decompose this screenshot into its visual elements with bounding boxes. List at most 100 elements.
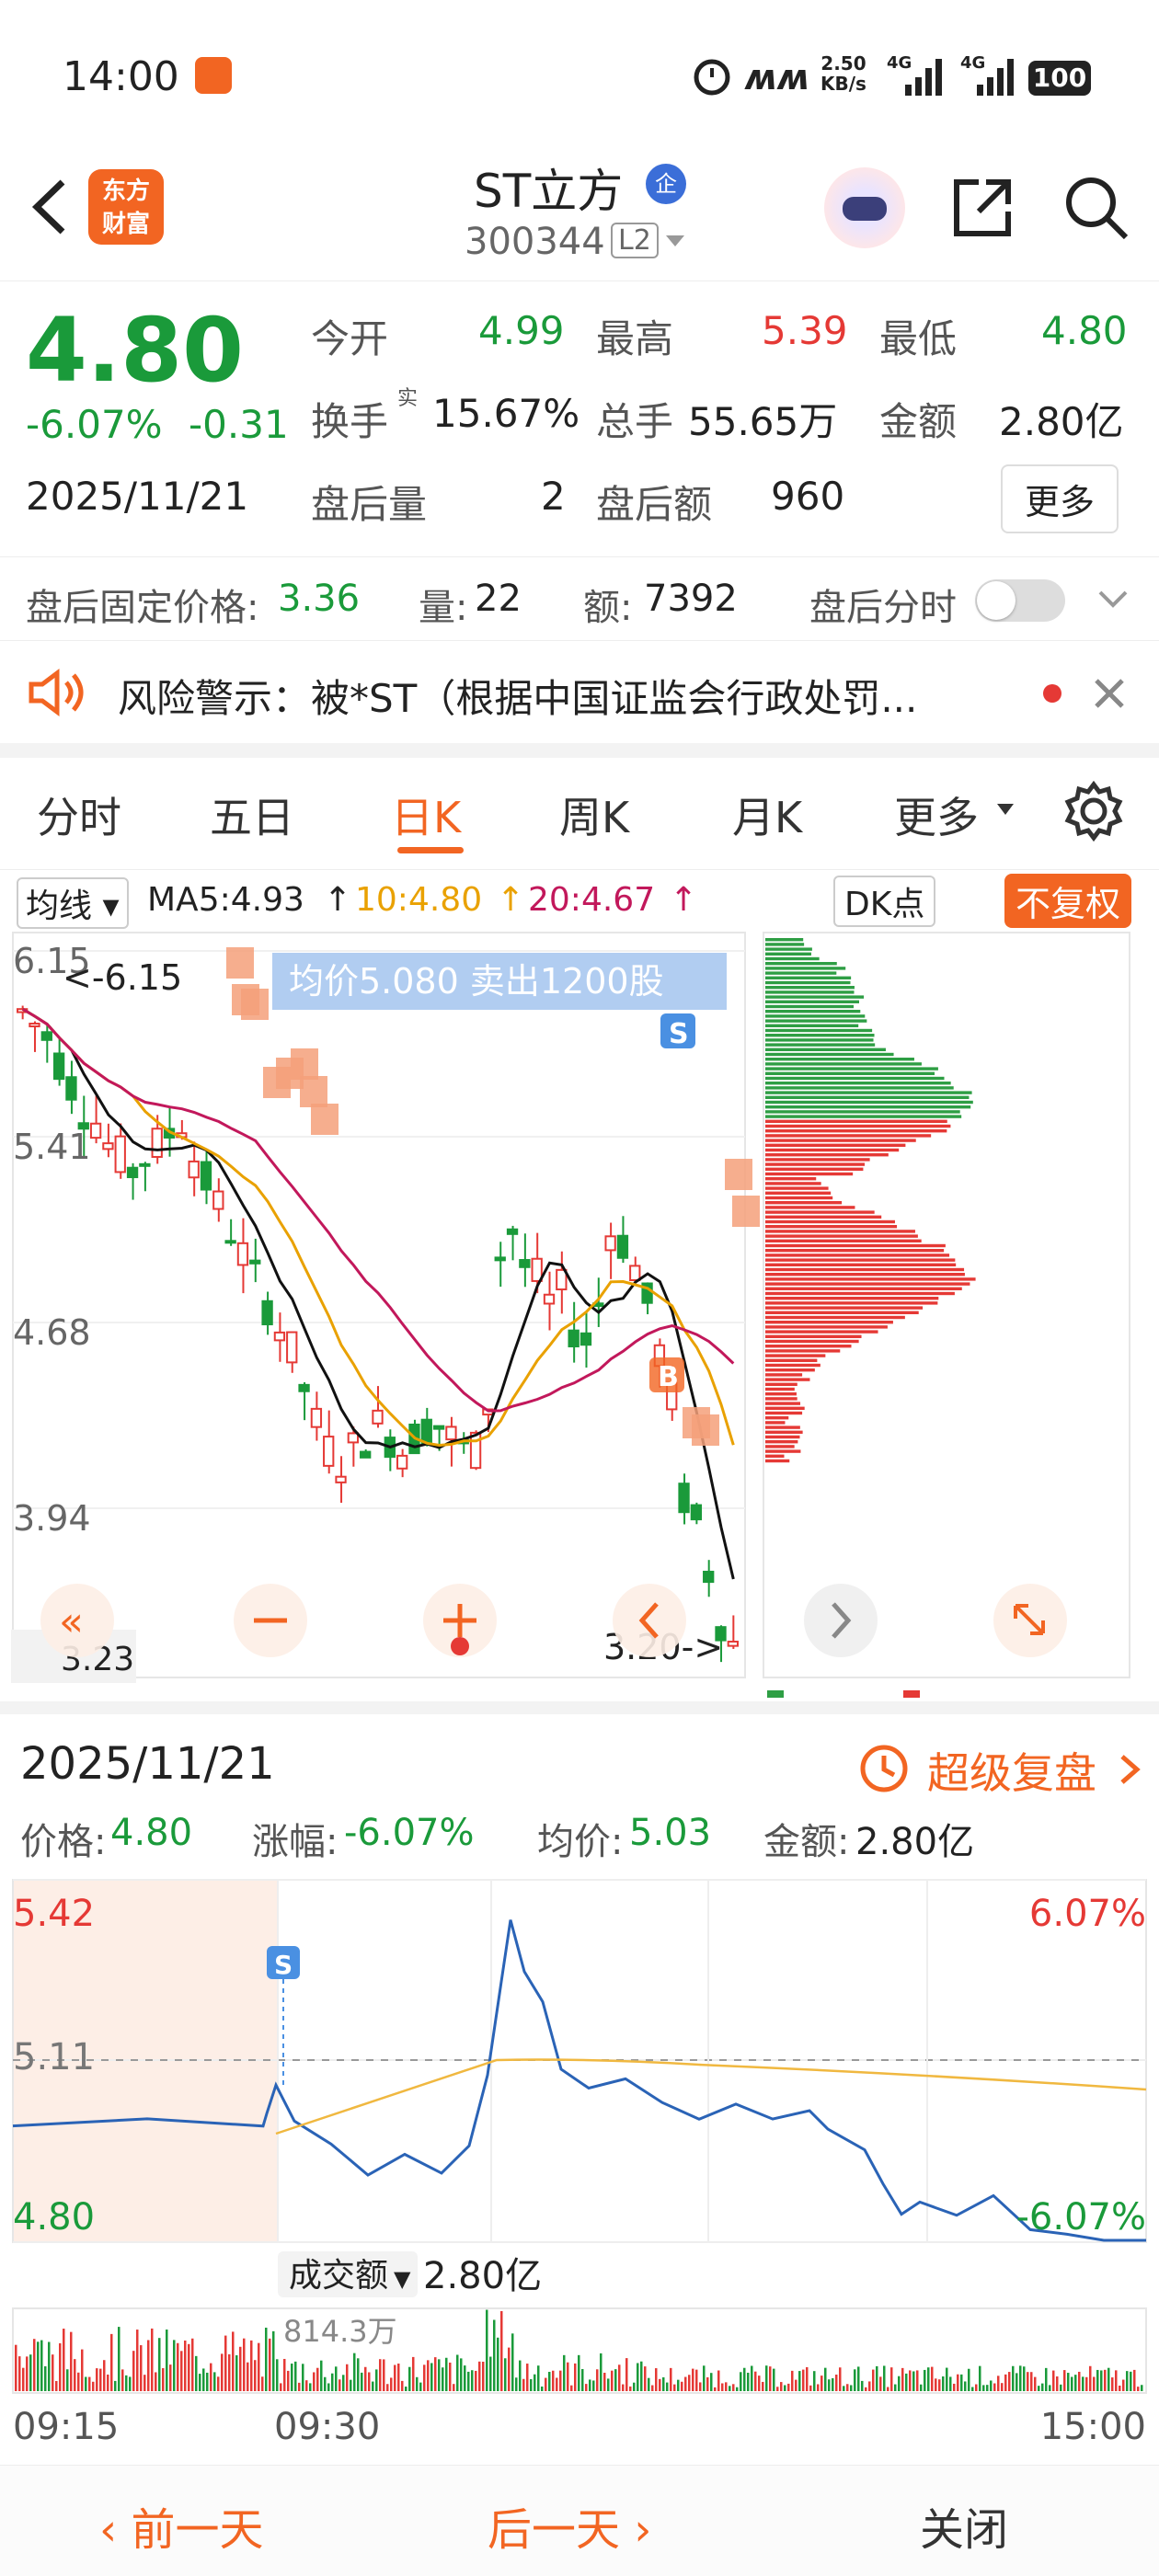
chip-bar bbox=[765, 1186, 829, 1190]
volume-bar bbox=[692, 2368, 694, 2391]
dk-point-button[interactable]: DK点 bbox=[833, 876, 936, 927]
tab-intraday[interactable]: 分时 bbox=[37, 784, 121, 845]
tab-five-day[interactable]: 五日 bbox=[210, 784, 294, 845]
volume-bar bbox=[132, 2351, 135, 2391]
chip-bar bbox=[765, 1182, 821, 1185]
volume-bar bbox=[29, 2354, 32, 2391]
volume-bar bbox=[1126, 2371, 1129, 2391]
volume-bar bbox=[500, 2310, 503, 2391]
volume-bar bbox=[453, 2384, 455, 2391]
volume-bar bbox=[85, 2376, 87, 2391]
chip-bar bbox=[765, 1148, 900, 1152]
search-icon[interactable] bbox=[1061, 173, 1131, 243]
volume-bar bbox=[813, 2371, 816, 2391]
trade-tooltip: 均价5.080 卖出1200股 bbox=[289, 961, 664, 1002]
price-value: 4.80 bbox=[110, 1812, 193, 1854]
caret-down-icon[interactable] bbox=[664, 232, 686, 250]
chevron-down-icon[interactable] bbox=[1096, 587, 1130, 613]
adjust-button[interactable]: 不复权 bbox=[1004, 874, 1132, 928]
share-icon[interactable] bbox=[947, 173, 1017, 243]
gear-icon[interactable] bbox=[1063, 781, 1124, 841]
volume-bar bbox=[1012, 2365, 1015, 2391]
price-label: 价格: bbox=[20, 1821, 107, 1863]
prev-day-button[interactable]: ‹ 前一天 bbox=[99, 2493, 263, 2558]
tab-monthly-k[interactable]: 月K bbox=[732, 784, 802, 845]
volume-bar bbox=[475, 2370, 477, 2391]
volume-bar bbox=[839, 2367, 842, 2391]
volume-bar bbox=[324, 2376, 327, 2391]
chip-bar bbox=[765, 1158, 870, 1162]
volume-bar bbox=[92, 2381, 95, 2391]
intraday-chart[interactable]: 5.42 5.11 4.80 6.07% -6.07% S 成交额 ▼ 2.80… bbox=[0, 1876, 1159, 2465]
zoom-out-button[interactable] bbox=[234, 1584, 307, 1657]
candle-body bbox=[616, 1234, 629, 1259]
volume-bar bbox=[305, 2380, 308, 2391]
chip-bar bbox=[765, 1201, 843, 1205]
close-button[interactable]: 关闭 bbox=[920, 2493, 1008, 2558]
volume-bar bbox=[482, 2361, 485, 2391]
volume-label: 总手 bbox=[596, 399, 674, 444]
chevron-right-icon[interactable] bbox=[1117, 1751, 1142, 1788]
volume-bar bbox=[515, 2377, 518, 2391]
assistant-avatar-icon[interactable] bbox=[824, 167, 905, 248]
volume-bar bbox=[559, 2370, 562, 2391]
low-label: 最低 bbox=[879, 316, 958, 361]
volume-bar bbox=[405, 2387, 407, 2391]
risk-warning-banner[interactable]: 风险警示：被*ST（根据中国证监会行政处罚... bbox=[0, 640, 1159, 743]
volume-bar bbox=[269, 2338, 271, 2391]
kline-chart[interactable]: 6.15 5.41 4.68 3.94 <-6.15 均价5.080 卖出120… bbox=[0, 929, 1159, 1701]
step-left-button[interactable] bbox=[613, 1584, 686, 1657]
chip-next-button[interactable] bbox=[804, 1584, 878, 1657]
tab-more[interactable]: 更多 bbox=[894, 784, 979, 845]
volume-bar bbox=[368, 2372, 371, 2391]
ma-selector[interactable]: 均线 ▾ bbox=[17, 877, 129, 929]
volume-bar bbox=[302, 2364, 304, 2391]
volume-bar bbox=[552, 2370, 555, 2391]
volume-bar bbox=[180, 2351, 183, 2391]
expand-icon[interactable] bbox=[993, 1584, 1067, 1657]
chip-bar bbox=[765, 1301, 938, 1305]
volume-bar bbox=[548, 2372, 551, 2391]
zoom-in-button[interactable] bbox=[423, 1584, 497, 1657]
volume-bar bbox=[63, 2329, 65, 2391]
signal-icon bbox=[977, 59, 1014, 96]
volume-bar bbox=[684, 2376, 687, 2391]
volume-bar bbox=[224, 2335, 227, 2391]
volume-bar bbox=[916, 2370, 919, 2391]
after-chart-toggle[interactable] bbox=[975, 579, 1065, 622]
volume-value: 55.65万 bbox=[688, 399, 838, 444]
tab-weekly-k[interactable]: 周K bbox=[559, 784, 629, 845]
volume-bar bbox=[795, 2379, 798, 2391]
dk-marker bbox=[300, 1076, 327, 1107]
chip-bar bbox=[765, 1435, 800, 1439]
chip-bar bbox=[765, 962, 837, 966]
volume-bar bbox=[592, 2380, 595, 2391]
volume-bar bbox=[1119, 2385, 1121, 2391]
close-icon[interactable] bbox=[1091, 675, 1128, 712]
volume-bar bbox=[48, 2341, 51, 2391]
volume-bar bbox=[894, 2384, 897, 2391]
volume-bar bbox=[865, 2387, 867, 2391]
candle-body bbox=[372, 1409, 384, 1425]
volume-bar bbox=[478, 2361, 481, 2391]
volume-bar bbox=[1104, 2369, 1107, 2391]
chip-bar bbox=[765, 1358, 818, 1362]
volume-bar bbox=[519, 2360, 522, 2391]
volume-bar bbox=[585, 2384, 588, 2391]
volume-bar bbox=[890, 2367, 893, 2391]
volume-bar bbox=[1093, 2376, 1096, 2391]
next-day-button[interactable]: 后一天 › bbox=[488, 2493, 651, 2558]
more-button[interactable]: 更多 bbox=[1001, 464, 1119, 533]
profit-legend-swatch bbox=[903, 1690, 920, 1698]
y-tick-label: 3.94 bbox=[13, 1498, 91, 1539]
volume-bar bbox=[22, 2367, 25, 2391]
volume-bar bbox=[372, 2381, 374, 2391]
scroll-left-button[interactable]: « bbox=[40, 1584, 114, 1657]
history-clock-icon[interactable] bbox=[857, 1742, 911, 1795]
volume-bar bbox=[681, 2381, 683, 2391]
super-replay-link[interactable]: 超级复盘 bbox=[927, 1740, 1096, 1801]
tab-daily-k[interactable]: 日K bbox=[391, 784, 461, 845]
unread-dot bbox=[1043, 684, 1061, 703]
chip-bar bbox=[765, 1139, 916, 1142]
chevron-left-icon[interactable] bbox=[26, 175, 72, 239]
